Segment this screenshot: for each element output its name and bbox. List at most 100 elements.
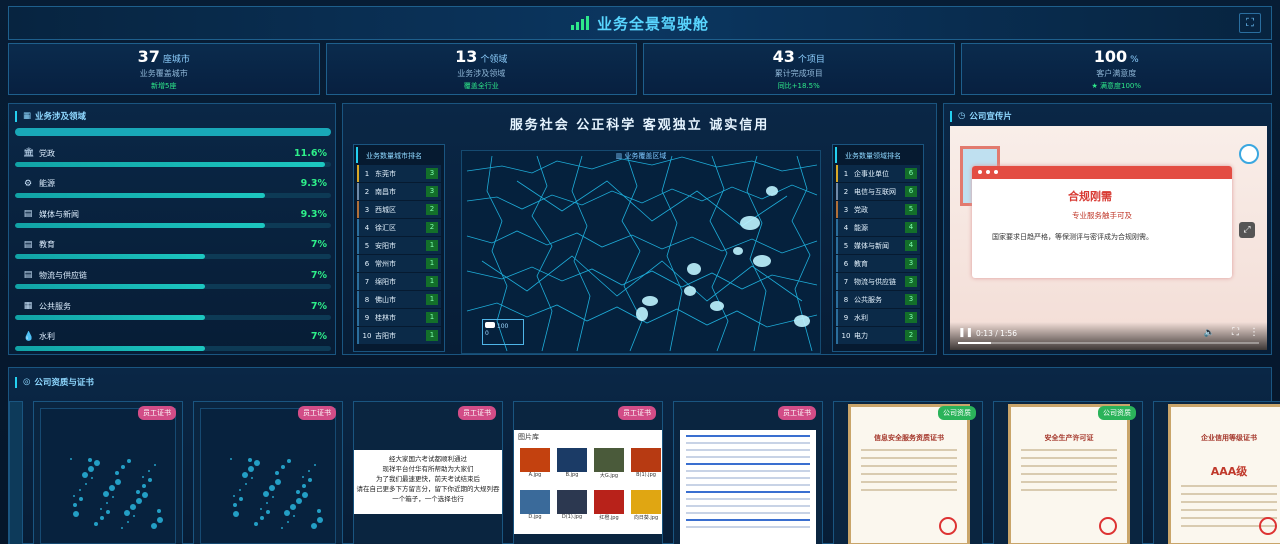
slide-subhead: 专业服务触手可及 xyxy=(1072,211,1132,220)
rank-row[interactable]: 8 佛山市 1 xyxy=(357,291,441,308)
stat-unit: 个领域 xyxy=(480,55,508,65)
cert-tag: 公司资质 xyxy=(938,406,976,420)
rank-row[interactable]: 4 徐汇区 2 xyxy=(357,219,441,236)
dashboard-thumbnail xyxy=(200,408,336,544)
rank-row[interactable]: 9 水利 3 xyxy=(836,309,920,326)
stat-value: 43 xyxy=(772,47,795,66)
rank-name: 徐汇区 xyxy=(375,223,396,232)
expand-icon[interactable]: ⤢ xyxy=(1239,222,1255,238)
rank-name: 能源 xyxy=(854,223,868,232)
stat-sub: ★ 满意度100% xyxy=(1091,82,1141,90)
cert-card[interactable]: 员工证书 xyxy=(33,401,183,544)
rank-number: 9 xyxy=(843,313,849,322)
cert-card[interactable]: 企业信用等级证书 AAA级 xyxy=(1153,401,1280,544)
legend-max: 100 xyxy=(496,323,509,330)
map-title: ▥ 业务覆盖区域 xyxy=(615,152,667,160)
video-progress-track[interactable] xyxy=(958,342,1259,344)
rank-row[interactable]: 9 桂林市 1 xyxy=(357,309,441,326)
video-player[interactable]: 合规刚需 专业服务触手可及 国家要求日趋严格，等保测评与密评成为合规刚需。 ⤢ … xyxy=(950,126,1267,350)
map-panel: 服务社会 公正科学 客观独立 诚实信用 业务数量城市排名 1 东莞市 3 2 南昌市 3 3… xyxy=(342,103,937,355)
rank-row[interactable]: 2 南昌市 3 xyxy=(357,183,441,200)
stat-sub: 同比+18.5% xyxy=(777,82,820,90)
cert-card[interactable]: 员工证书 xyxy=(673,401,823,544)
panel-title: ◎ 公司资质与证书 xyxy=(15,376,94,388)
photo-thumb xyxy=(557,448,587,472)
cert-card[interactable]: 信息安全服务资质证书 公司资质 xyxy=(833,401,983,544)
panel-title: ▦ 业务涉及领域 xyxy=(15,110,86,122)
cert-card[interactable]: 经大家国六考试都顺利通过 现祥平台付华有所帮助为大家们 为了我们最速更快，前天考试结… xyxy=(353,401,503,544)
rank-count: 6 xyxy=(905,168,917,179)
volume-icon[interactable]: 🔈 xyxy=(1204,328,1215,338)
photo-item: D.jpg xyxy=(520,490,550,520)
scroll-left-edge[interactable] xyxy=(9,401,23,544)
cert-card[interactable]: 图片库 A.jpg B.jpg 大G.jpg B(1).jpg D.jpg D(1).jpg… xyxy=(513,401,663,544)
stat-unit: % xyxy=(1130,55,1139,65)
rank-count: 2 xyxy=(426,204,438,215)
badge-icon: ◎ xyxy=(23,377,31,387)
slide-card: 合规刚需 专业服务触手可及 国家要求日趋严格，等保测评与密评成为合规刚需。 xyxy=(972,166,1232,278)
china-map[interactable]: ▥ 业务覆盖区域 100 0 xyxy=(461,150,821,354)
cert-card[interactable]: 安全生产许可证 公司资质 xyxy=(993,401,1143,544)
domain-track xyxy=(15,192,331,198)
rank-name: 教育 xyxy=(854,259,868,268)
rank-number: 1 xyxy=(364,169,370,178)
rank-row[interactable]: 5 媒体与新闻 4 xyxy=(836,237,920,254)
pause-icon[interactable]: ❚❚ xyxy=(958,328,973,338)
rank-row[interactable]: 8 公共服务 3 xyxy=(836,291,920,308)
rank-row[interactable]: 7 绵阳市 1 xyxy=(357,273,441,290)
rank-row[interactable]: 3 西城区 2 xyxy=(357,201,441,218)
rank-row[interactable]: 10 电力 2 xyxy=(836,327,920,344)
domain-name: 公共服务 xyxy=(39,301,71,311)
rank-number: 3 xyxy=(843,205,849,214)
rank-row[interactable]: 4 能源 4 xyxy=(836,219,920,236)
grid-icon: ▦ xyxy=(23,301,33,311)
grid-icon: ▦ xyxy=(23,111,32,121)
photo-item: B(1).jpg xyxy=(631,448,661,478)
slide-header xyxy=(972,166,1232,179)
video-controls: ❚❚ 0:13 / 1:56 🔈 ⛶ ⋮ xyxy=(950,322,1267,350)
domain-pct: 7% xyxy=(310,269,327,281)
map-thumbnail xyxy=(70,458,163,529)
rank-number: 5 xyxy=(843,241,849,250)
rank-count: 1 xyxy=(426,330,438,341)
fullscreen-button[interactable]: ⛶ xyxy=(1239,13,1261,33)
domain-pct: 7% xyxy=(310,331,327,343)
cert-card[interactable]: 员工证书 xyxy=(193,401,343,544)
rank-row[interactable]: 1 企事业单位 6 xyxy=(836,165,920,182)
notice-line: 为了我们最速更快，前天考试结束后 xyxy=(376,475,480,483)
more-icon[interactable]: ⋮ xyxy=(1249,327,1259,338)
domain-fill xyxy=(15,284,205,290)
rank-name: 桂林市 xyxy=(375,313,396,322)
photo-item: 向日葵.jpg xyxy=(631,490,661,521)
rank-row[interactable]: 5 安阳市 1 xyxy=(357,237,441,254)
rank-row[interactable]: 7 物流与供应链 3 xyxy=(836,273,920,290)
assistant-icon[interactable] xyxy=(1239,144,1259,164)
notice-line: 请在自己更多下方留言分，留下你近期的大规列吞 xyxy=(356,485,500,493)
slide-headline: 合规刚需 xyxy=(1068,190,1112,203)
domain-fill xyxy=(15,345,205,351)
rank-row[interactable]: 2 电信与互联网 6 xyxy=(836,183,920,200)
domain-name: 水利 xyxy=(39,332,55,342)
header-bar: 业务全景驾驶舱 ⛶ xyxy=(8,6,1272,40)
rank-name: 吉阳市 xyxy=(375,331,396,340)
map-thumbnail xyxy=(230,458,323,529)
rank-row[interactable]: 6 常州市 1 xyxy=(357,255,441,272)
notice-line: 一个箱子，一个选择也行 xyxy=(392,495,464,503)
fullscreen-video-icon[interactable]: ⛶ xyxy=(1232,327,1239,338)
rank-number: 10 xyxy=(362,331,372,340)
rank-row[interactable]: 1 东莞市 3 xyxy=(357,165,441,182)
stat-value: 100 xyxy=(1093,47,1128,66)
photo-thumb xyxy=(631,490,661,514)
decorative-bar xyxy=(15,128,331,136)
cert-tag: 员工证书 xyxy=(458,406,496,420)
rank-row[interactable]: 3 党政 5 xyxy=(836,201,920,218)
domain-fill xyxy=(15,192,265,198)
rank-row[interactable]: 10 吉阳市 1 xyxy=(357,327,441,344)
stat-projects: 43 个项目 累计完成项目 同比+18.5% xyxy=(643,43,955,95)
rank-row[interactable]: 6 教育 3 xyxy=(836,255,920,272)
domain-name: 教育 xyxy=(39,240,55,250)
rank-count: 5 xyxy=(905,204,917,215)
domain-track xyxy=(15,223,331,229)
domain-fill xyxy=(15,253,205,259)
rank-name: 南昌市 xyxy=(375,187,396,196)
